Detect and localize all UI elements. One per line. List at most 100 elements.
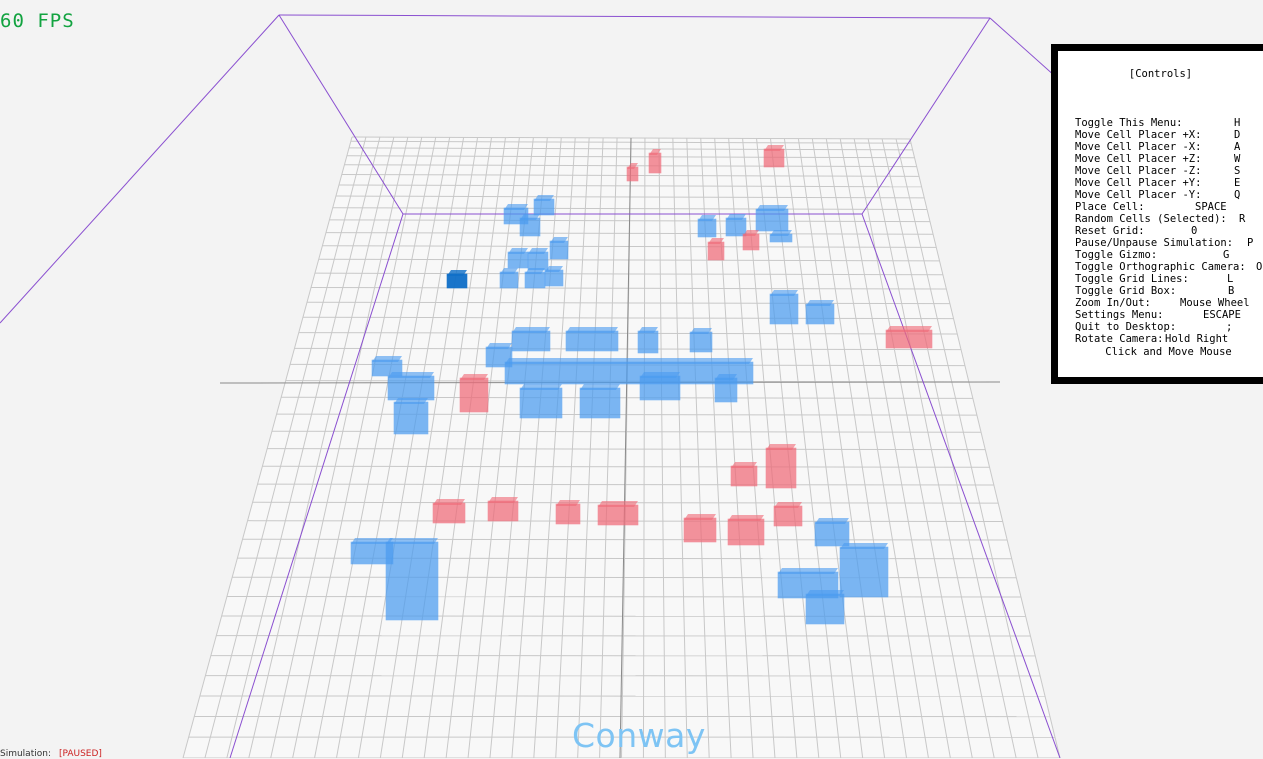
live-cell-blue <box>534 199 554 215</box>
live-cell-red <box>766 448 796 488</box>
live-cell-red <box>649 153 661 173</box>
controls-title: [Controls] <box>1058 68 1263 80</box>
control-row-move-y-neg: Move Cell Placer -Y: Q <box>1075 189 1263 201</box>
control-key: A <box>1234 141 1240 153</box>
control-action: Move Cell Placer -Y: <box>1075 189 1201 201</box>
control-row-rotate-camera: Rotate Camera:Hold Right <box>1075 333 1263 345</box>
live-cell-red <box>731 466 757 486</box>
control-action: Toggle Grid Lines: <box>1075 273 1189 285</box>
live-cell-red <box>488 501 518 521</box>
live-cell-blue <box>394 402 428 434</box>
control-row-ortho-camera: Toggle Orthographic Camera:O <box>1075 261 1263 273</box>
control-row-grid-lines: Toggle Grid Lines: L <box>1075 273 1263 285</box>
control-rotate-hint: Click and Move Mouse <box>1075 345 1263 359</box>
control-key: B <box>1228 285 1234 297</box>
control-key: 0 <box>1191 225 1197 237</box>
control-row-zoom: Zoom In/Out: Mouse Wheel <box>1075 297 1263 309</box>
live-cell-blue <box>525 272 545 288</box>
live-cell-blue <box>528 252 548 270</box>
control-row-toggle-menu: Toggle This Menu: H <box>1075 117 1263 129</box>
control-row-move-x-pos: Move Cell Placer +X:D <box>1075 129 1263 141</box>
live-cell-blue <box>512 331 550 351</box>
control-key: G <box>1223 249 1229 261</box>
control-action: Toggle Grid Box: <box>1075 285 1176 297</box>
live-cell-blue <box>388 376 434 400</box>
live-cell-blue <box>580 388 620 418</box>
live-cell-blue <box>770 294 798 324</box>
control-action: Rotate Camera: <box>1075 333 1164 345</box>
control-action: Pause/Unpause Simulation: <box>1075 237 1233 249</box>
live-cell-red <box>433 503 465 523</box>
control-action: Move Cell Placer +Y: <box>1075 177 1201 189</box>
live-cell-blue <box>508 252 528 268</box>
grid-box-edge <box>862 18 990 214</box>
grid-box-edge <box>0 15 279 323</box>
control-row-quit: Quit to Desktop:; <box>1075 321 1263 333</box>
live-cell-red <box>774 506 802 526</box>
control-key: SPACE <box>1195 201 1227 213</box>
control-action: Toggle Gizmo: <box>1075 249 1157 261</box>
control-action: Move Cell Placer +Z: <box>1075 153 1201 165</box>
live-cell-blue <box>815 522 849 546</box>
live-cell-red <box>627 167 638 181</box>
live-cell-blue <box>640 376 680 400</box>
control-key: D <box>1234 129 1240 141</box>
control-row-move-z-neg: Move Cell Placer -Z: S <box>1075 165 1263 177</box>
control-row-grid-box: Toggle Grid Box: B <box>1075 285 1263 297</box>
control-action: Quit to Desktop: <box>1075 321 1176 333</box>
app-title: Conway <box>572 716 706 755</box>
live-cell-blue <box>520 388 562 418</box>
live-cell-blue <box>520 218 540 236</box>
grid-box-edge <box>279 15 990 18</box>
control-key: R <box>1239 213 1245 225</box>
control-key: ESCAPE <box>1203 309 1241 321</box>
live-cell-blue <box>770 234 792 242</box>
control-row-random-cells: Random Cells (Selected):R <box>1075 213 1263 225</box>
live-cell-red <box>460 378 488 412</box>
control-action: Move Cell Placer -Z: <box>1075 165 1201 177</box>
control-key: Q <box>1234 189 1240 201</box>
live-cell-blue <box>756 209 788 231</box>
control-key: Hold Right <box>1165 333 1228 345</box>
control-key: S <box>1234 165 1240 177</box>
control-key: P <box>1247 237 1253 249</box>
control-row-move-x-neg: Move Cell Placer -X:A <box>1075 141 1263 153</box>
live-cell-red <box>728 519 764 545</box>
live-cell-red <box>708 242 724 260</box>
live-cell-red <box>764 149 784 167</box>
control-key: H <box>1234 117 1240 129</box>
live-cell-blue <box>715 378 737 402</box>
live-cell-blue <box>566 331 618 351</box>
live-cell-red <box>556 504 580 524</box>
control-key: Mouse Wheel <box>1180 297 1250 309</box>
control-key: ; <box>1226 321 1232 333</box>
fps-counter: 60 FPS <box>0 10 75 32</box>
live-cell-blue <box>550 241 568 259</box>
control-row-pause: Pause/Unpause Simulation: P <box>1075 237 1263 249</box>
live-cell-blue <box>726 218 746 236</box>
live-cell-blue <box>638 331 658 353</box>
control-key: L <box>1227 273 1233 285</box>
control-action: Reset Grid: <box>1075 225 1145 237</box>
live-cell-blue <box>806 304 834 324</box>
control-row-place-cell: Place Cell: SPACE <box>1075 201 1263 213</box>
live-cell-blue <box>840 547 888 597</box>
game-viewport[interactable]: 60 FPS [Controls] Toggle This Menu: H Mov… <box>0 0 1263 758</box>
control-row-move-z-pos: Move Cell Placer +Z: W <box>1075 153 1263 165</box>
live-cell-red <box>886 330 932 348</box>
control-action: Place Cell: <box>1075 201 1145 213</box>
control-action: Settings Menu: <box>1075 309 1164 321</box>
controls-menu: [Controls] Toggle This Menu: H Move Cell … <box>1051 44 1263 384</box>
live-cell-blue <box>698 219 716 237</box>
live-cell-red <box>598 505 638 525</box>
live-cell-red <box>743 234 759 250</box>
control-action: Toggle This Menu: <box>1075 117 1182 129</box>
control-row-settings: Settings Menu: ESCAPE <box>1075 309 1263 321</box>
live-cell-blue <box>386 542 438 620</box>
live-cell-blue <box>545 270 563 286</box>
control-key: W <box>1234 153 1240 165</box>
controls-list: Toggle This Menu: H Move Cell Placer +X:D… <box>1075 117 1263 359</box>
control-row-toggle-gizmo: Toggle Gizmo: G <box>1075 249 1263 261</box>
control-action: Zoom In/Out: <box>1075 297 1151 309</box>
control-key: E <box>1234 177 1240 189</box>
